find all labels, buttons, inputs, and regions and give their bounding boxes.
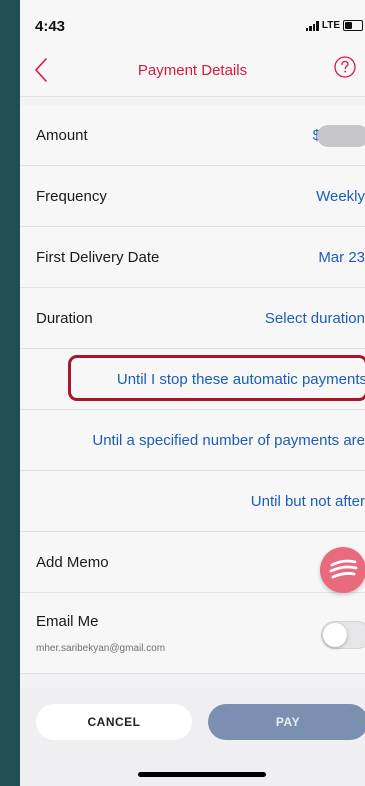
cancel-button[interactable]: CANCEL (36, 704, 192, 740)
memo-row[interactable]: Add Memo (20, 532, 365, 593)
amount-label: Amount (36, 126, 88, 144)
frequency-label: Frequency (36, 187, 107, 205)
status-time: 4:43 (35, 18, 66, 35)
action-bar: CANCEL PAY (20, 688, 365, 786)
battery-icon (343, 20, 363, 31)
duration-option-until-date[interactable]: Until but not after (20, 471, 365, 532)
amount-value-masked (317, 125, 365, 147)
selection-highlight (68, 355, 365, 401)
duration-option-until-stopped[interactable]: Until I stop these automatic payments (20, 349, 365, 410)
frequency-row[interactable]: Frequency Weekly (20, 166, 365, 227)
duration-option-label: Until a specified number of payments are (92, 431, 365, 449)
toggle-knob (323, 623, 347, 647)
page-title: Payment Details (137, 62, 248, 79)
email-label: Email Me (36, 613, 99, 630)
signal-icon (305, 20, 319, 31)
status-bar: 4:43 LTE (20, 0, 365, 46)
duration-option-label: Until but not after (250, 492, 365, 510)
frequency-value[interactable]: Weekly (316, 188, 365, 205)
first-delivery-row[interactable]: First Delivery Date Mar 23 (20, 227, 365, 288)
home-indicator (138, 772, 266, 777)
phone-screen: 4:43 LTE Payment Details Amount $ Freque… (20, 0, 365, 786)
email-row: Email Me mher.saribekyan@gmail.com (20, 593, 365, 674)
duration-option-number-of-payments[interactable]: Until a specified number of payments are (20, 410, 365, 471)
memo-label: Add Memo (36, 553, 109, 571)
pay-button[interactable]: PAY (208, 704, 365, 740)
first-delivery-value[interactable]: Mar 23 (318, 249, 365, 266)
amount-row[interactable]: Amount $ (20, 105, 365, 166)
email-toggle[interactable] (321, 621, 365, 649)
chat-assistant-icon (329, 559, 358, 579)
status-indicators: LTE (305, 20, 363, 31)
assistant-fab[interactable] (320, 547, 365, 593)
first-delivery-label: First Delivery Date (36, 248, 160, 266)
duration-row[interactable]: Duration Select duration (20, 288, 365, 349)
nav-bar: Payment Details (20, 46, 365, 97)
payment-details-list: Amount $ Frequency Weekly First Delivery… (20, 105, 365, 674)
duration-value[interactable]: Select duration (265, 310, 365, 327)
network-label: LTE (321, 20, 340, 31)
duration-label: Duration (36, 309, 93, 327)
help-icon[interactable] (334, 56, 356, 78)
email-address: mher.saribekyan@gmail.com (36, 643, 166, 654)
